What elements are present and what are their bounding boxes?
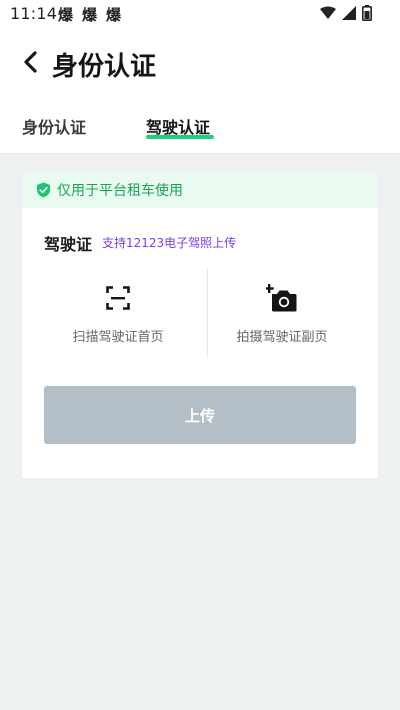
photo-license-back-button[interactable]: 拍摄驾驶证副页	[208, 268, 356, 358]
tab-identity-auth[interactable]: 身份认证	[22, 114, 86, 138]
status-icons	[320, 5, 372, 21]
back-button[interactable]	[16, 48, 44, 76]
status-time: 11:14	[10, 4, 58, 23]
notification-icon: 爆	[82, 6, 98, 24]
license-title: 驾驶证	[44, 235, 93, 254]
upload-label: 拍摄驾驶证副页	[236, 330, 328, 345]
notice-text: 仅用于平台租车使用	[57, 183, 183, 199]
top-section: 11:14 爆 爆 爆 身份认证 身份认证 驾驶认证	[0, 0, 400, 154]
active-tab-indicator	[146, 135, 214, 139]
status-bar: 11:14 爆 爆 爆	[0, 0, 400, 28]
camera-icon-wrap	[266, 284, 298, 312]
privacy-notice: 仅用于平台租车使用	[22, 172, 378, 208]
battery-icon	[362, 5, 372, 21]
wifi-icon	[320, 6, 336, 19]
shield-check-icon	[37, 182, 50, 198]
chevron-left-icon	[24, 51, 37, 73]
license-card: 仅用于平台租车使用 驾驶证 支持12123电子驾照上传 扫描驾驶证首页 拍摄驾驶…	[22, 172, 378, 478]
scan-license-front-button[interactable]: 扫描驾驶证首页	[44, 268, 192, 358]
notification-icon: 爆	[58, 6, 74, 24]
notification-icon: 爆	[106, 6, 122, 24]
license-hint: 支持12123电子驾照上传	[102, 236, 237, 250]
scan-icon-wrap	[106, 284, 130, 312]
page-title: 身份认证	[52, 52, 157, 82]
upload-submit-button[interactable]: 上传	[44, 386, 356, 444]
signal-icon	[342, 6, 356, 20]
scan-icon	[106, 286, 130, 310]
upload-label: 扫描驾驶证首页	[72, 330, 164, 345]
add-camera-icon	[266, 284, 297, 312]
